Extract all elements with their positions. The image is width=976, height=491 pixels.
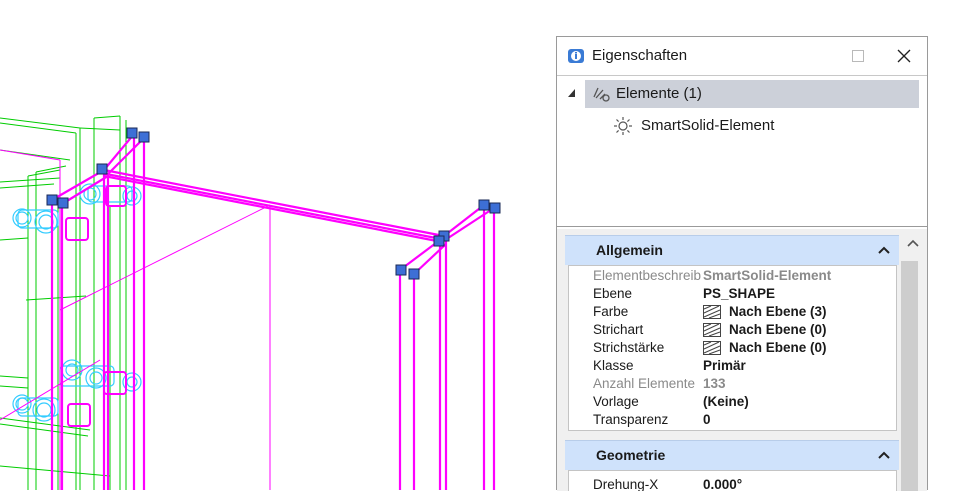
prop-row-ebene[interactable]: Ebene PS_SHAPE — [569, 285, 896, 303]
properties-panel: Eigenschaften Elemente (1) SmartSolid-El… — [556, 36, 928, 491]
prop-value: SmartSolid-Element — [703, 268, 832, 283]
prop-value: Nach Ebene (0) — [729, 322, 827, 337]
section-geometry-title: Geometrie — [596, 447, 666, 463]
tree-item-elements[interactable]: Elemente (1) — [585, 80, 919, 108]
prop-row-anzahl-elemente[interactable]: Anzahl Elemente 133 — [569, 375, 896, 393]
prop-value: Nach Ebene (3) — [729, 304, 827, 319]
prop-row-vorlage[interactable]: Vorlage (Keine) — [569, 393, 896, 411]
bolt-heads-magenta — [65, 185, 127, 427]
section-general: Allgemein Elementbeschreib SmartSolid-El… — [565, 235, 899, 431]
prop-row-strichstaerke[interactable]: Strichstärke Nach Ebene (0) — [569, 339, 896, 357]
prop-name: Transparenz — [593, 412, 669, 427]
maximize-icon — [852, 50, 864, 62]
magenta-frame — [50, 133, 496, 490]
chevron-up-icon — [878, 451, 890, 459]
prop-row-transparenz[interactable]: Transparenz 0 — [569, 411, 896, 429]
bolt-cluster-lower — [12, 359, 142, 422]
prop-row-klasse[interactable]: Klasse Primär — [569, 357, 896, 375]
panel-titlebar[interactable]: Eigenschaften — [557, 37, 927, 75]
prop-name: Drehung-X — [593, 477, 659, 491]
prop-value: Primär — [703, 358, 746, 373]
prop-value: 0.000° — [703, 477, 743, 491]
scroll-up-arrow-icon[interactable] — [905, 237, 921, 249]
section-geometry: Geometrie Drehung-X 0.000° — [565, 440, 899, 491]
tree-item-elements-label: Elemente (1) — [616, 85, 702, 102]
smartsolid-icon — [614, 117, 632, 135]
prop-value: Nach Ebene (0) — [729, 340, 827, 355]
prop-value: (Keine) — [703, 394, 749, 409]
scrollbar-thumb[interactable] — [901, 261, 918, 491]
prop-value: 133 — [703, 376, 726, 391]
prop-name: Strichstärke — [593, 340, 665, 355]
section-general-title: Allgemein — [596, 242, 663, 258]
bolt-cluster-upper — [12, 183, 142, 234]
prop-name: Klasse — [593, 358, 634, 373]
section-geometry-header[interactable]: Geometrie — [565, 440, 899, 470]
minimize-button[interactable] — [789, 37, 835, 75]
prop-name: Strichart — [593, 322, 644, 337]
element-tree: Elemente (1) SmartSolid-Element — [557, 75, 927, 227]
prop-value: 0 — [703, 412, 711, 427]
prop-name: Vorlage — [593, 394, 639, 409]
by-level-swatch-icon — [703, 341, 721, 355]
panel-title: Eigenschaften — [592, 47, 688, 64]
tree-item-smartsolid-label: SmartSolid-Element — [641, 117, 775, 134]
by-level-swatch-icon — [703, 323, 721, 337]
properties-app-icon — [568, 49, 584, 63]
prop-row-farbe[interactable]: Farbe Nach Ebene (3) — [569, 303, 896, 321]
prop-row-strichart[interactable]: Strichart Nach Ebene (0) — [569, 321, 896, 339]
close-icon — [897, 49, 911, 63]
maximize-button[interactable] — [835, 37, 881, 75]
properties-scrollbar[interactable] — [899, 229, 927, 491]
prop-name: Anzahl Elemente — [593, 376, 696, 391]
elements-group-icon — [593, 87, 610, 102]
section-general-body: Elementbeschreib SmartSolid-Element Eben… — [568, 265, 897, 431]
tree-item-smartsolid[interactable]: SmartSolid-Element — [613, 114, 913, 138]
prop-value: PS_SHAPE — [703, 286, 776, 301]
section-general-header[interactable]: Allgemein — [565, 235, 899, 265]
prop-name: Farbe — [593, 304, 629, 319]
properties-list: Allgemein Elementbeschreib SmartSolid-El… — [557, 229, 899, 491]
prop-row-elementbeschreib[interactable]: Elementbeschreib SmartSolid-Element — [569, 267, 896, 285]
prop-name: Ebene — [593, 286, 633, 301]
section-geometry-body: Drehung-X 0.000° — [568, 470, 897, 491]
close-button[interactable] — [881, 37, 927, 75]
chevron-up-icon — [878, 246, 890, 254]
prop-name: Elementbeschreib — [593, 268, 702, 283]
prop-row-drehung-x[interactable]: Drehung-X 0.000° — [569, 476, 896, 491]
collapse-triangle-icon[interactable] — [567, 88, 577, 98]
by-level-swatch-icon — [703, 305, 721, 319]
